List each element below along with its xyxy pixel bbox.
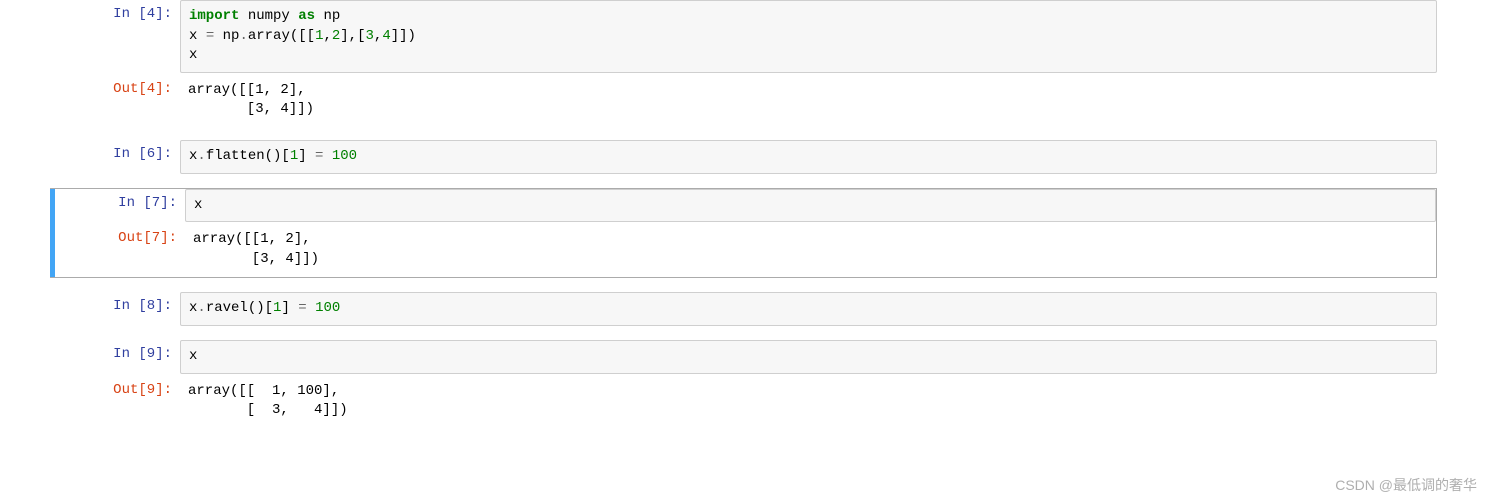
code-cell-8[interactable]: In [8]: x.ravel()[1] = 100 <box>50 292 1437 326</box>
input-prompt: In [9]: <box>50 340 180 374</box>
code-input-area[interactable]: x <box>185 189 1436 223</box>
code-cell-9[interactable]: In [9]: x <box>50 340 1437 374</box>
output-text: array([[1, 2], [3, 4]]) <box>185 224 1436 275</box>
code-input-area[interactable]: x <box>180 340 1437 374</box>
output-prompt: Out[7]: <box>55 224 185 275</box>
output-text: array([[ 1, 100], [ 3, 4]]) <box>180 376 1437 427</box>
code-input-area[interactable]: import numpy as np x = np.array([[1,2],[… <box>180 0 1437 73</box>
notebook-container: In [4]: import numpy as np x = np.array(… <box>0 0 1487 427</box>
output-prompt: Out[9]: <box>50 376 180 427</box>
output-cell-9: Out[9]: array([[ 1, 100], [ 3, 4]]) <box>50 376 1437 427</box>
cell-group-7-selected: In [7]: x Out[7]: array([[1, 2], [3, 4]]… <box>50 188 1437 279</box>
input-prompt: In [8]: <box>50 292 180 326</box>
code-input-area[interactable]: x.ravel()[1] = 100 <box>180 292 1437 326</box>
output-text: array([[1, 2], [3, 4]]) <box>180 75 1437 126</box>
cell-group-6: In [6]: x.flatten()[1] = 100 <box>50 140 1437 174</box>
input-prompt: In [7]: <box>55 189 185 223</box>
cell-group-4: In [4]: import numpy as np x = np.array(… <box>50 0 1437 126</box>
output-prompt: Out[4]: <box>50 75 180 126</box>
output-cell-4: Out[4]: array([[1, 2], [3, 4]]) <box>50 75 1437 126</box>
code-input-area[interactable]: x.flatten()[1] = 100 <box>180 140 1437 174</box>
watermark-text: CSDN @最低调的奢华 <box>1335 475 1477 495</box>
cell-group-9: In [9]: x Out[9]: array([[ 1, 100], [ 3,… <box>50 340 1437 427</box>
output-cell-7: Out[7]: array([[1, 2], [3, 4]]) <box>55 224 1436 275</box>
code-cell-6[interactable]: In [6]: x.flatten()[1] = 100 <box>50 140 1437 174</box>
code-cell-4[interactable]: In [4]: import numpy as np x = np.array(… <box>50 0 1437 73</box>
input-prompt: In [4]: <box>50 0 180 73</box>
input-prompt: In [6]: <box>50 140 180 174</box>
cell-group-8: In [8]: x.ravel()[1] = 100 <box>50 292 1437 326</box>
code-cell-7[interactable]: In [7]: x <box>55 189 1436 223</box>
